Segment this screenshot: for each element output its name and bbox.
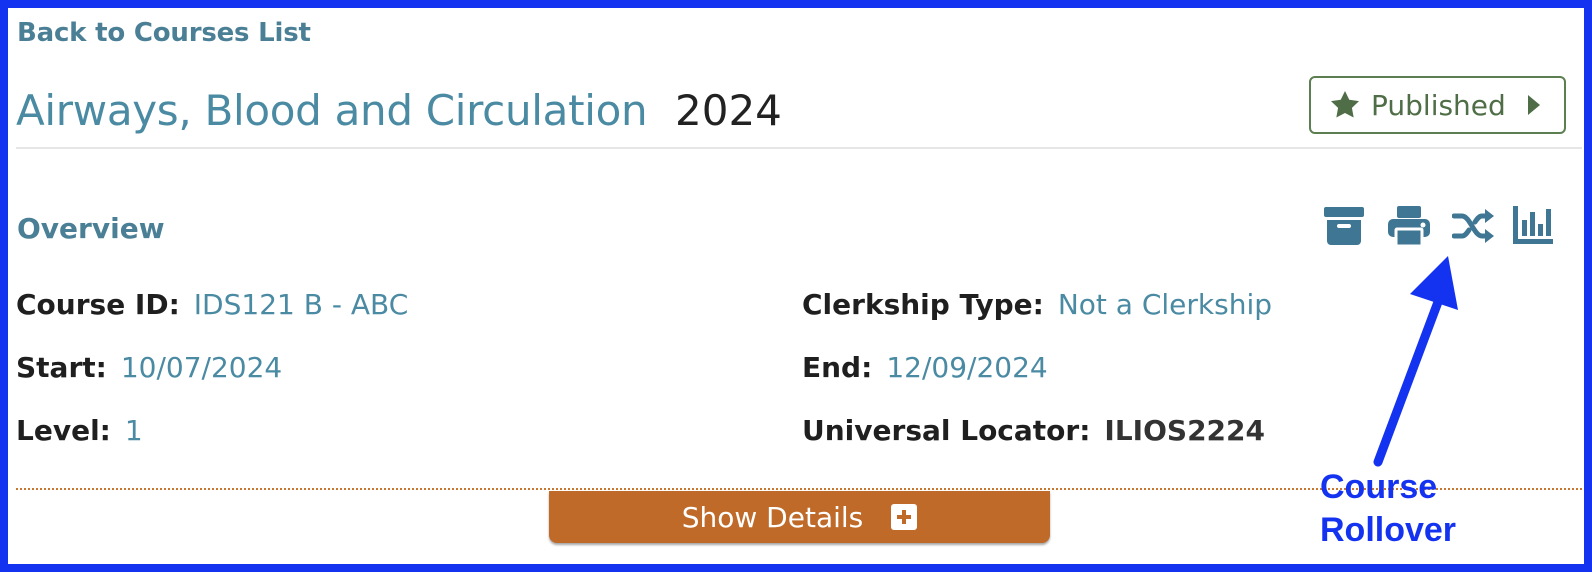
clerkship-type-field: Clerkship Type: Not a Clerkship: [802, 288, 1272, 321]
print-icon[interactable]: [1388, 206, 1430, 248]
show-details-button[interactable]: Show Details: [549, 491, 1050, 543]
annotation-arrow-icon: [1373, 256, 1458, 467]
published-status-button[interactable]: Published: [1309, 76, 1566, 134]
start-date-label: Start:: [16, 351, 107, 384]
universal-locator-field: Universal Locator: ILIOS2224: [802, 414, 1265, 447]
clerkship-type-label: Clerkship Type:: [802, 288, 1044, 321]
archive-icon[interactable]: [1324, 207, 1364, 245]
star-icon: [1331, 91, 1359, 118]
report-chart-icon[interactable]: [1513, 206, 1553, 244]
show-details-label: Show Details: [681, 500, 864, 534]
course-title[interactable]: Airways, Blood and Circulation: [16, 86, 648, 135]
level-label: Level:: [16, 414, 111, 447]
title-divider: [16, 147, 1582, 149]
plus-icon: [891, 504, 918, 530]
start-date-field: Start: 10/07/2024: [16, 351, 282, 384]
published-label: Published: [1371, 88, 1506, 122]
back-to-courses-link[interactable]: Back to Courses List: [17, 18, 311, 48]
course-id-label: Course ID:: [16, 288, 180, 321]
clerkship-type-value[interactable]: Not a Clerkship: [1058, 288, 1272, 321]
level-value[interactable]: 1: [125, 414, 143, 447]
course-id-value[interactable]: IDS121 B - ABC: [194, 288, 408, 321]
course-rollover-annotation: Course Rollover: [1320, 466, 1500, 552]
overview-heading: Overview: [17, 212, 165, 245]
annotation-line-2: Rollover: [1320, 511, 1457, 549]
end-date-label: End:: [802, 351, 873, 384]
level-field: Level: 1: [16, 414, 143, 447]
caret-right-icon: [1527, 95, 1540, 115]
rollover-shuffle-icon[interactable]: [1451, 208, 1494, 244]
course-year: 2024: [675, 86, 782, 135]
end-date-field: End: 12/09/2024: [802, 351, 1048, 384]
course-id-field: Course ID: IDS121 B - ABC: [16, 288, 408, 321]
annotation-line-1: Course: [1320, 468, 1438, 506]
start-date-value[interactable]: 10/07/2024: [121, 351, 282, 384]
universal-locator-value: ILIOS2224: [1104, 414, 1265, 447]
end-date-value[interactable]: 12/09/2024: [886, 351, 1047, 384]
universal-locator-label: Universal Locator:: [802, 414, 1091, 447]
